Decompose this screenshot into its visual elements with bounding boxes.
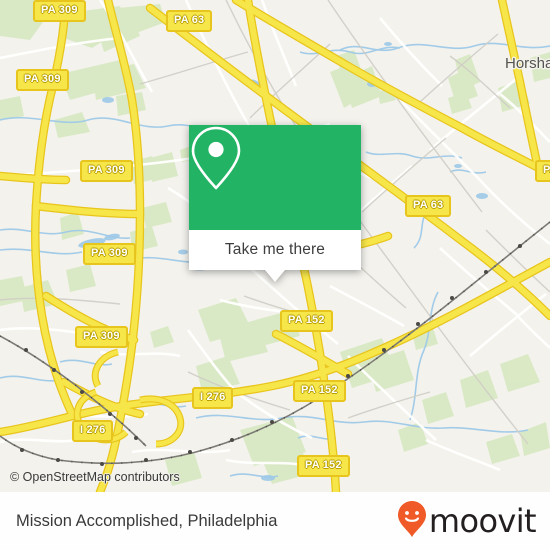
- map-canvas[interactable]: PA 309 PA 63 PA 309 PA 309 PA 63 PA PA 309 PA 1…: [0, 0, 550, 492]
- road-shield: PA 152: [293, 380, 346, 402]
- road-shield: PA 63: [166, 10, 213, 32]
- osm-attribution[interactable]: © OpenStreetMap contributors: [10, 470, 180, 484]
- popup-tail: [265, 270, 285, 282]
- take-me-there-label: Take me there: [224, 241, 326, 258]
- place-label: Horsha: [505, 55, 550, 72]
- moovit-pin-icon: [397, 500, 427, 543]
- bottom-bar: Mission Accomplished, Philadelphia moovi…: [0, 492, 550, 550]
- location-popup[interactable]: Take me there: [189, 125, 361, 282]
- road-shield: PA 309: [33, 0, 86, 22]
- moovit-logo[interactable]: moovit: [397, 500, 537, 543]
- road-shield: PA 152: [297, 455, 350, 477]
- place-title: Mission Accomplished, Philadelphia: [16, 511, 278, 530]
- popup-header: [189, 125, 361, 230]
- popup-footer[interactable]: Take me there: [189, 230, 361, 282]
- road-shield: PA 63: [405, 195, 452, 217]
- map-screenshot: PA 309 PA 63 PA 309 PA 309 PA 63 PA PA 309 PA 1…: [0, 0, 550, 550]
- road-shield: PA 309: [83, 243, 136, 265]
- road-shield: PA 309: [80, 160, 133, 182]
- road-shield: PA 309: [75, 326, 128, 348]
- road-shield: I 276: [192, 387, 234, 409]
- road-shield: PA 152: [280, 310, 333, 332]
- road-shield: I 276: [72, 420, 114, 442]
- moovit-wordmark: moovit: [428, 502, 537, 540]
- road-shield: PA 309: [16, 69, 69, 91]
- road-shield: PA: [535, 160, 550, 182]
